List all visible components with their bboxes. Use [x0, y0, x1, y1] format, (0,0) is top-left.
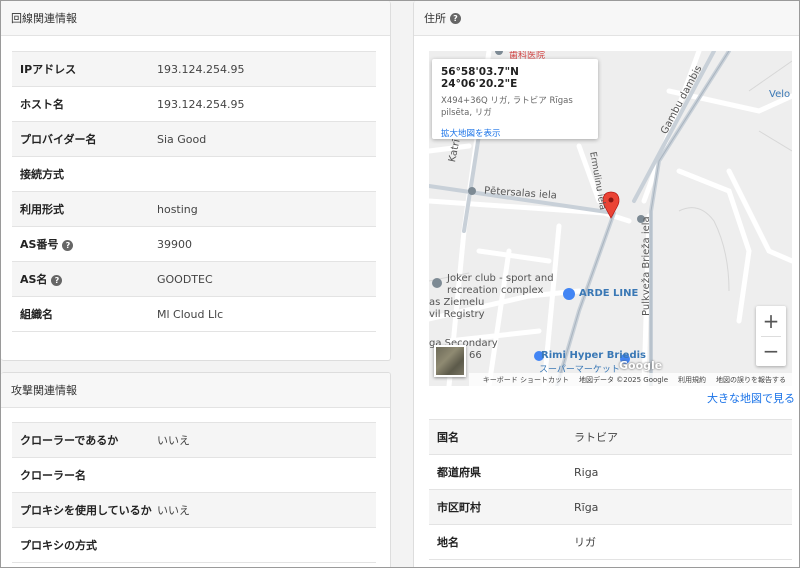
row-value: いいえ [157, 434, 190, 447]
zoom-in-button[interactable]: + [756, 306, 786, 336]
row-key: プロキシを使用しているか [20, 504, 152, 517]
attack-info-title: 攻撃関連情報 [11, 384, 77, 397]
row-key: プロバイダー名 [20, 133, 97, 146]
help-icon[interactable]: ? [62, 240, 74, 251]
keyboard-shortcuts-link[interactable]: キーボード ショートカット [483, 375, 569, 385]
row-value: 39900 [157, 237, 192, 251]
line-info-title: 回線関連情報 [11, 12, 77, 25]
big-map-link[interactable]: 大きな地図で見る [707, 390, 795, 406]
infobox-coords: 56°58'03.7"N 24°06'20.2"E [441, 66, 519, 90]
line-info-table: IPアドレス 193.124.254.95 ホスト名 193.124.254.95 … [12, 51, 376, 332]
row-key: 国名 [437, 431, 459, 444]
attack-info-card: 攻撃関連情報 クローラーであるか いいえ クローラー名 プロキシを使用しているかい… [1, 372, 391, 567]
row-value: Rīga [574, 500, 599, 514]
table-row: プロキシの方式 [12, 527, 376, 563]
page-frame: 回線関連情報 IPアドレス 193.124.254.95 ホスト名 193.124.… [0, 0, 800, 568]
map-label-arde: ARDE LINE [579, 288, 639, 299]
terms-link[interactable]: 利用規約 [678, 375, 706, 385]
table-row: 接続方式 [12, 156, 376, 192]
row-key: プロキシの方式 [20, 539, 97, 552]
help-icon[interactable]: ? [450, 12, 461, 24]
map-attribution: キーボード ショートカット 地図データ ©2025 Google 利用規約 地図… [469, 373, 792, 386]
map-label-joker: Joker club - sport and recreation comple… [447, 273, 554, 296]
table-row: 国名 ラトビア [429, 419, 792, 455]
map-data-text: 地図データ ©2025 Google [579, 375, 668, 384]
map-label-velo: Velo [769, 89, 791, 100]
table-row: クローラーであるか いいえ [12, 422, 376, 458]
row-value: 193.124.254.95 [157, 62, 245, 76]
table-row: プロバイダー名 Sia Good [12, 121, 376, 157]
address-card: 住所 ? Pētersalas iela Ermulinu iela Gambu… [413, 1, 799, 567]
row-value: GOODTEC [157, 272, 213, 286]
line-info-card: 回線関連情報 IPアドレス 193.124.254.95 ホスト名 193.124.… [1, 1, 391, 361]
table-row: 都道府県 Riga [429, 454, 792, 490]
row-key: 接続方式 [20, 168, 64, 181]
row-value: hosting [157, 202, 198, 216]
zoom-controls: + − [756, 306, 786, 366]
row-key: AS番号 [20, 238, 59, 251]
table-row: 市区町村 Rīga [429, 489, 792, 525]
table-row: プロキシを使用しているか いいえ [12, 492, 376, 528]
enlarge-map-link[interactable]: 拡大地図を表示 [441, 127, 589, 139]
map-label-ziemelu: as Ziemelu vil Registry [429, 297, 485, 320]
row-key: AS名 [20, 273, 48, 286]
table-row: AS番号? 39900 [12, 226, 376, 262]
map-label-pulkveza: Pulkveža Brieža iela [641, 216, 652, 316]
table-row: 地名 リガ [429, 524, 792, 560]
table-row: IPアドレス 193.124.254.95 [12, 51, 376, 87]
report-error-link[interactable]: 地図の誤りを報告する [716, 375, 786, 385]
row-key: クローラー名 [20, 469, 86, 482]
table-row: AS名? GOODTEC [12, 261, 376, 297]
row-key: IPアドレス [20, 63, 77, 76]
google-logo: Google [619, 359, 663, 372]
zoom-out-button[interactable]: − [756, 336, 786, 366]
address-table: 国名 ラトビア 都道府県 Riga 市区町村 Rīga 地名 リガ [429, 419, 792, 560]
infobox-address: X494+36Q リガ, ラトビア Rīgas pilsēta, リガ [441, 96, 573, 118]
table-row: 利用形式 hosting [12, 191, 376, 227]
row-value: ラトビア [574, 431, 618, 444]
row-key: 市区町村 [437, 501, 481, 514]
row-value: Ml Cloud Llc [157, 307, 224, 321]
row-key: 都道府県 [437, 466, 481, 479]
table-row: 組織名 Ml Cloud Llc [12, 296, 376, 332]
address-title: 住所 [424, 12, 446, 25]
row-value: いいえ [157, 504, 190, 517]
row-key: ホスト名 [20, 98, 64, 111]
row-key: 利用形式 [20, 203, 64, 216]
attack-info-table: クローラーであるか いいえ クローラー名 プロキシを使用しているか いいえ プロキシ… [12, 422, 376, 563]
line-info-header: 回線関連情報 [1, 1, 390, 36]
attack-info-header: 攻撃関連情報 [1, 373, 390, 408]
address-header: 住所 ? [414, 1, 799, 36]
row-value: Riga [574, 465, 599, 479]
row-value: Sia Good [157, 132, 207, 146]
map-label-dental: 歯科医院 [509, 51, 546, 61]
table-row: クローラー名 [12, 457, 376, 493]
satellite-toggle[interactable] [434, 345, 466, 377]
row-key: クローラーであるか [20, 434, 119, 447]
map-infobox: 56°58'03.7"N 24°06'20.2"E X494+36Q リガ, ラ… [432, 59, 598, 139]
row-value: 193.124.254.95 [157, 97, 245, 111]
help-icon[interactable]: ? [51, 275, 63, 286]
table-row: ホスト名 193.124.254.95 [12, 86, 376, 122]
map-view[interactable]: Katrīnas d Pētersalas iela Ermulinu iela… [429, 51, 792, 386]
row-key: 地名 [437, 536, 459, 549]
row-value: リガ [574, 536, 596, 549]
row-key: 組織名 [20, 308, 53, 321]
